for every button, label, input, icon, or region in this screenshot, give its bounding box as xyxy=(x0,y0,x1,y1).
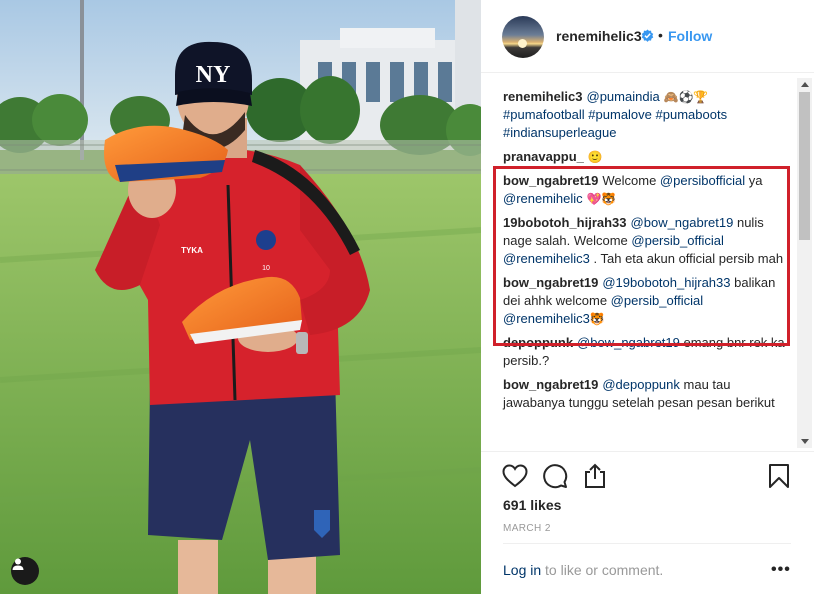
comment-item: bow_ngabret19 @19bobotoh_hijrah33 balikan… xyxy=(503,274,785,328)
comment-item: pranavappu_ 🙂 xyxy=(503,148,785,166)
action-bar xyxy=(499,462,799,490)
login-prompt: Log in to like or comment. xyxy=(503,562,663,578)
scroll-up-arrow-icon[interactable] xyxy=(801,82,809,87)
comment-mention[interactable]: @renemihelic3 xyxy=(503,311,590,326)
comment-mention[interactable]: @depoppunk xyxy=(602,377,680,392)
comment-username[interactable]: bow_ngabret19 xyxy=(503,173,598,188)
comment-mention[interactable]: @bow_ngabret19 xyxy=(631,215,734,230)
comment-emoji: 🙂 xyxy=(587,150,603,164)
comment-emoji: 💖🐯 xyxy=(582,192,617,206)
share-button[interactable] xyxy=(581,462,609,490)
follow-button[interactable]: Follow xyxy=(668,28,712,44)
comment-mention[interactable]: @persib_official xyxy=(631,233,723,248)
comment-mention[interactable]: @pumaindia xyxy=(587,89,660,104)
post-image: NY 10 TYKA xyxy=(0,0,481,594)
more-options-button[interactable]: ••• xyxy=(771,561,791,579)
comment-mention[interactable]: @19bobotoh_hijrah33 xyxy=(602,275,730,290)
comment-item: 19bobotoh_hijrah33 @bow_ngabret19 nulis n… xyxy=(503,214,785,268)
likes-count[interactable]: 691 likes xyxy=(503,497,561,513)
comment-hashtag[interactable]: #pumalove xyxy=(588,107,652,122)
comment-mention[interactable]: @persib_official xyxy=(611,293,703,308)
login-prompt-text: to like or comment. xyxy=(541,562,664,578)
heart-icon xyxy=(502,464,528,488)
comment-button[interactable] xyxy=(541,462,569,490)
comment-mention[interactable]: @persibofficial xyxy=(660,173,745,188)
jacket-brand: TYKA xyxy=(181,246,203,255)
login-link[interactable]: Log in xyxy=(503,562,541,578)
save-button[interactable] xyxy=(765,462,793,490)
user-tag-button[interactable] xyxy=(11,557,39,585)
jacket-number: 10 xyxy=(262,265,270,272)
comment-username[interactable]: bow_ngabret19 xyxy=(503,275,598,290)
comment-text: ya xyxy=(745,173,763,188)
comment-username[interactable]: renemihelic3 xyxy=(503,89,583,104)
comment-emoji: 🙈⚽🏆 xyxy=(659,90,709,104)
comment-item: renemihelic3 @pumaindia 🙈⚽🏆 #pumafootball … xyxy=(503,88,785,142)
comment-hashtag[interactable]: #pumafootball xyxy=(503,107,585,122)
comment-mention[interactable]: @renemihelic3 xyxy=(503,251,590,266)
comment-item: bow_ngabret19 @depoppunk mau tau jawabany… xyxy=(503,376,785,412)
comment-icon xyxy=(543,464,568,489)
post-photo[interactable]: NY 10 TYKA xyxy=(0,0,481,594)
header-username[interactable]: renemihelic3 xyxy=(556,28,642,44)
comment-mention[interactable]: @renemihelic xyxy=(503,191,583,206)
scroll-thumb[interactable] xyxy=(799,92,810,240)
comment-username[interactable]: depoppunk xyxy=(503,335,573,350)
divider xyxy=(503,543,791,544)
like-button[interactable] xyxy=(501,462,529,490)
bookmark-icon xyxy=(769,464,789,488)
comment-hashtag[interactable]: #pumaboots xyxy=(656,107,728,122)
comment-item: bow_ngabret19 Welcome @persibofficial ya … xyxy=(503,172,785,208)
scroll-down-arrow-icon[interactable] xyxy=(801,439,809,444)
cap-logo: NY xyxy=(196,62,231,88)
comment-text: . Tah eta akun official persib mah xyxy=(589,251,784,266)
comment-item: depoppunk @bow_ngabret19 emang bnr rek ka… xyxy=(503,334,785,370)
comment-username[interactable]: pranavappu_ xyxy=(503,149,584,164)
comments-scrollbar[interactable] xyxy=(797,78,812,448)
post-header: renemihelic3 • Follow xyxy=(481,0,814,73)
divider xyxy=(481,451,814,452)
comment-username[interactable]: 19bobotoh_hijrah33 xyxy=(503,215,627,230)
header-separator: • xyxy=(658,27,663,43)
user-tag-icon xyxy=(12,558,24,570)
comment-mention[interactable]: @bow_ngabret19 xyxy=(577,335,680,350)
post-date[interactable]: MARCH 2 xyxy=(503,523,551,534)
comment-hashtag[interactable]: #indiansuperleague xyxy=(503,125,616,140)
comment-text: Welcome xyxy=(602,173,660,188)
comment-username[interactable]: bow_ngabret19 xyxy=(503,377,598,392)
avatar[interactable] xyxy=(502,16,544,58)
comment-emoji: 🐯 xyxy=(589,312,605,326)
verified-badge-icon xyxy=(641,29,654,42)
post-side-panel: renemihelic3 • Follow renemihelic3 @pumai… xyxy=(481,0,814,594)
share-icon xyxy=(585,463,605,488)
comments-list: renemihelic3 @pumaindia 🙈⚽🏆 #pumafootball … xyxy=(503,88,785,418)
